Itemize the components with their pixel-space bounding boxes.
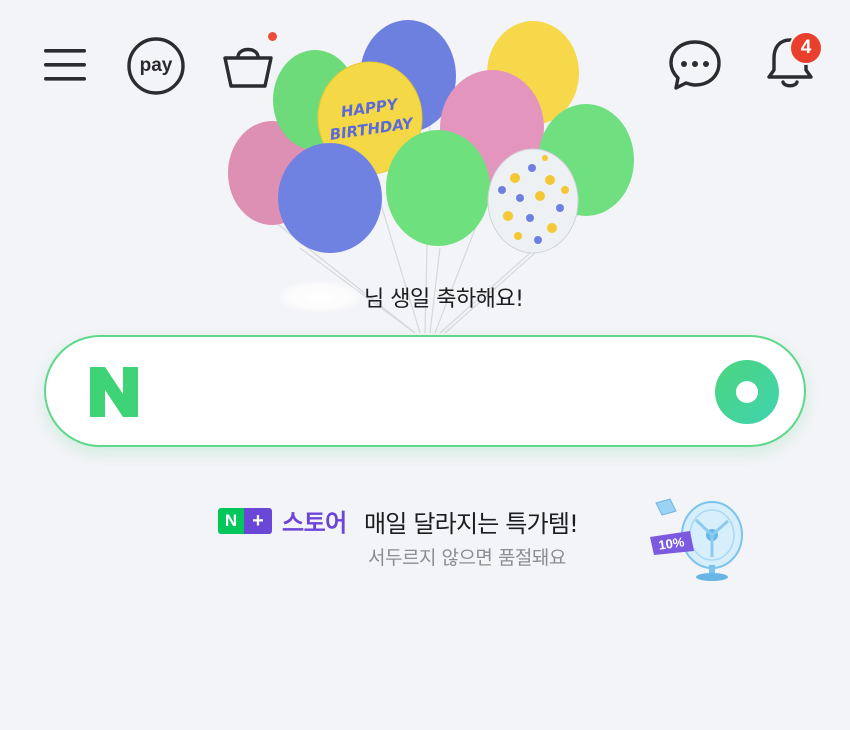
talk-button[interactable] [666,36,724,94]
user-name-redacted [280,282,360,312]
greeting-text: 님 생일 축하해요! [364,287,524,312]
search-box[interactable] [44,335,806,447]
promo-store-label: 스토어 [282,509,347,537]
balloon-green-front [386,130,490,246]
naver-n-logo-icon [90,367,138,417]
promo-title: 매일 달라지는 특가템! [364,510,579,538]
talk-icon [669,40,721,90]
birthday-greeting: 님 생일 축하해요! [280,280,600,314]
electric-fan-icon: 10% [650,498,743,581]
search-input[interactable] [166,367,690,419]
balloon-blue-front [278,143,382,253]
green-dot-button[interactable] [714,359,780,425]
badge-plus: + [244,508,272,534]
menu-button[interactable] [40,42,90,88]
store-promo-banner[interactable]: N + 스토어 매일 달라지는 특가템! 서두르지 않으면 품절돼요 10% [210,495,770,595]
badge-n: N [218,508,244,534]
pay-label: pay [139,55,173,76]
pay-button[interactable]: pay [126,36,186,96]
naver-plus-badge: N + [218,508,276,534]
notification-count-badge: 4 [789,31,823,65]
menu-icon [44,49,86,81]
promo-subtitle: 서두르지 않으면 품절돼요 [368,547,566,569]
